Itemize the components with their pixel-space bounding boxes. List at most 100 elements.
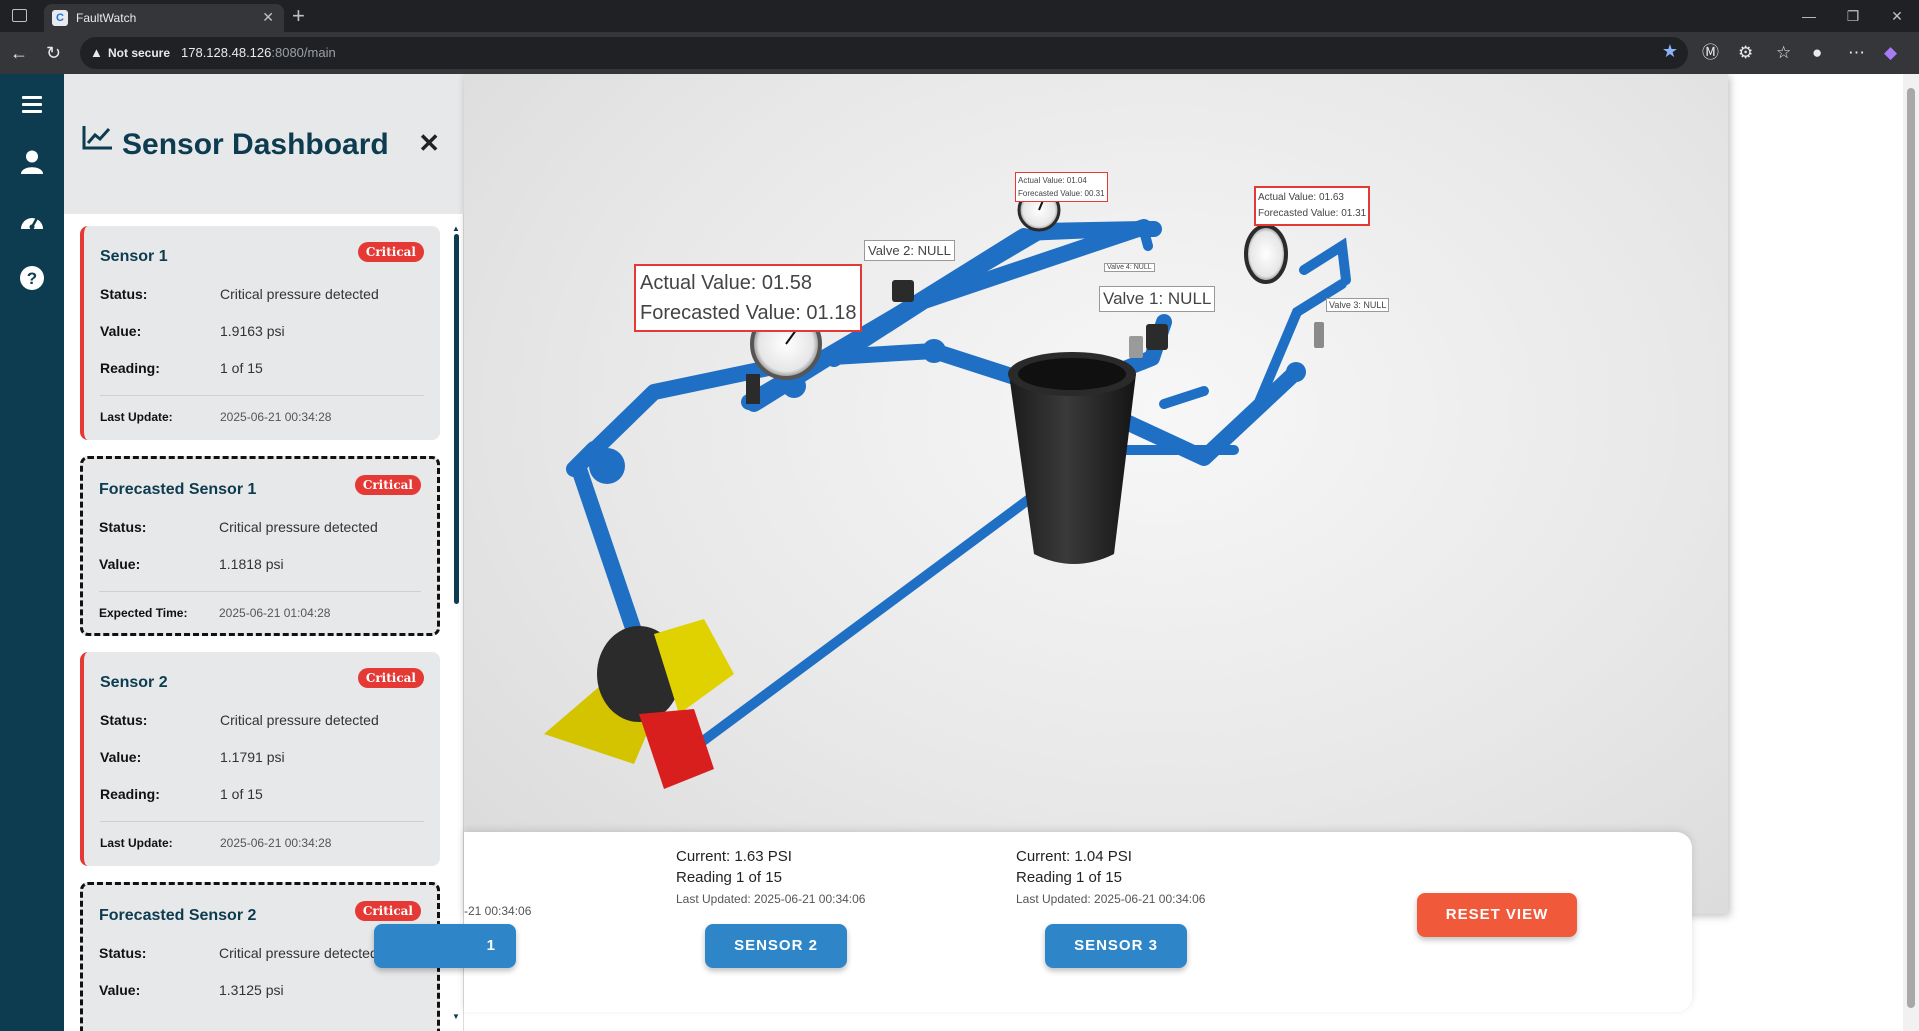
reading-label: Reading: xyxy=(100,786,160,802)
sensor3-button[interactable]: SENSOR 3 xyxy=(1045,924,1187,968)
value-label: Value: xyxy=(99,556,141,572)
status-badge: Critical xyxy=(354,901,421,921)
address-bar[interactable]: ▲ Not secure 178.128.48.126:8080/main ★ xyxy=(80,37,1688,69)
extensions-icon[interactable]: ⚙ xyxy=(1738,41,1753,65)
gauge-main-forecast: Forecasted Value: 01.18 xyxy=(640,302,857,324)
url-text[interactable]: 178.128.48.126:8080/main xyxy=(181,45,336,60)
reset-view-button[interactable]: RESET VIEW xyxy=(1417,893,1577,937)
sensor1-updated: -21 00:34:06 xyxy=(464,904,532,918)
copilot-icon[interactable]: ◆ xyxy=(1884,41,1897,65)
reading-value: 1 of 15 xyxy=(220,786,263,802)
last-update-label: Last Update: xyxy=(100,836,173,850)
sensor3-reading: Reading 1 of 15 xyxy=(1016,869,1122,886)
status-value: Critical pressure detected xyxy=(219,519,378,535)
dashboard-icon[interactable] xyxy=(0,210,64,238)
sensor1-button-label: 1 xyxy=(486,937,496,954)
sensor1-button[interactable]: 1 xyxy=(374,924,516,968)
sensor3-info: Current: 1.04 PSI Reading 1 of 15 Last U… xyxy=(1016,848,1205,906)
valve1-label: Valve 1: NULL xyxy=(1099,286,1216,312)
sensor2-current: Current: 1.63 PSI xyxy=(676,848,792,865)
gauge-top-readout: Actual Value: 01.04 Forecasted Value: 00… xyxy=(1015,172,1108,202)
scroll-up-icon[interactable]: ▲ xyxy=(452,224,460,233)
sensor2-reading: Reading 1 of 15 xyxy=(676,869,782,886)
value-value: 1.1791 psi xyxy=(220,749,285,765)
gauge-right-readout: Actual Value: 01.63 Forecasted Value: 01… xyxy=(1254,186,1371,226)
extension-m-icon[interactable]: Ⓜ xyxy=(1702,41,1719,65)
panel-title: Sensor Dashboard xyxy=(122,128,389,161)
value-label: Value: xyxy=(99,982,141,998)
gauge-top-actual: Actual Value: 01.04 xyxy=(1018,176,1087,185)
valve4-label: Valve 4: NULL xyxy=(1104,263,1155,272)
value-value: 1.9163 psi xyxy=(220,323,285,339)
pump xyxy=(544,619,734,789)
sensor2-button[interactable]: SENSOR 2 xyxy=(705,924,847,968)
browser-titlebar: C FaultWatch ✕ + — ❐ ✕ xyxy=(0,0,1919,32)
reload-icon[interactable]: ↻ xyxy=(46,41,61,65)
restore-icon[interactable]: ❐ xyxy=(1831,0,1875,32)
bookmark-star-icon[interactable]: ★ xyxy=(1662,41,1678,62)
page-scroll-thumb[interactable] xyxy=(1907,88,1915,1008)
window-close-icon[interactable]: ✕ xyxy=(1875,0,1919,32)
expected-time-value: 2025-06-21 01:04:28 xyxy=(219,606,331,620)
tank xyxy=(1008,352,1136,564)
sidebar-toggle-icon[interactable] xyxy=(12,9,27,22)
more-icon[interactable]: ⋯ xyxy=(1848,41,1865,65)
value-value: 1.1818 psi xyxy=(219,556,284,572)
back-icon[interactable]: ← xyxy=(10,41,28,65)
panel-header: Sensor Dashboard ✕ xyxy=(64,74,464,214)
warning-icon[interactable]: ▲ xyxy=(90,45,103,60)
value-value: 1.3125 psi xyxy=(219,982,284,998)
status-badge: Critical xyxy=(354,475,421,495)
sensor-card[interactable]: Sensor 2 Critical Status: Critical pressur… xyxy=(80,652,440,866)
gauge-main-readout: Actual Value: 01.58 Forecasted Value: 01… xyxy=(634,264,863,332)
security-indicator[interactable]: Not secure xyxy=(108,46,170,60)
page: ? Sensor Dashboard ✕ Sensor 1 Critical St… xyxy=(0,74,1919,1031)
card-title: Forecasted Sensor 2 xyxy=(99,907,257,924)
valve2-label: Valve 2: NULL xyxy=(864,240,955,261)
scroll-down-icon[interactable]: ▼ xyxy=(452,1012,460,1021)
browser-tab[interactable]: C FaultWatch ✕ xyxy=(44,4,284,32)
window-controls: — ❐ ✕ xyxy=(1787,0,1919,32)
tab-title: FaultWatch xyxy=(76,11,137,25)
browser-toolbar: ← ↻ ▲ Not secure 178.128.48.126:8080/mai… xyxy=(0,32,1919,74)
minimize-icon[interactable]: — xyxy=(1787,0,1831,32)
svg-text:?: ? xyxy=(27,269,37,288)
gauge-main-actual: Actual Value: 01.58 xyxy=(640,272,812,294)
pipeline-3d-view[interactable]: Actual Value: 01.58 Forecasted Value: 01… xyxy=(464,74,1728,914)
reading-value: 1 of 15 xyxy=(220,360,263,376)
last-update-value: 2025-06-21 00:34:28 xyxy=(220,836,332,850)
card-title: Forecasted Sensor 1 xyxy=(99,481,257,498)
profile-icon[interactable]: ● xyxy=(1812,41,1822,65)
sensor2-info: Current: 1.63 PSI Reading 1 of 15 Last U… xyxy=(676,848,865,906)
page-scrollbar[interactable] xyxy=(1903,74,1919,1031)
chart-line-icon xyxy=(82,126,112,155)
reading-label: Reading: xyxy=(100,360,160,376)
gauge-right-actual: Actual Value: 01.63 xyxy=(1258,192,1344,203)
help-icon[interactable]: ? xyxy=(0,266,64,297)
valve3-label: Valve 3: NULL xyxy=(1326,298,1390,312)
favorites-icon[interactable]: ☆ xyxy=(1776,41,1791,65)
status-badge: Critical xyxy=(357,668,424,688)
sensor2-updated: Last Updated: 2025-06-21 00:34:06 xyxy=(676,892,866,906)
status-value: Critical pressure detected xyxy=(219,945,378,961)
tab-close-icon[interactable]: ✕ xyxy=(262,9,274,26)
sensor-card-list: Sensor 1 Critical Status: Critical pressur… xyxy=(64,214,464,1031)
sensor-card[interactable]: Sensor 1 Critical Status: Critical pressur… xyxy=(80,226,440,440)
panel-scroll-thumb[interactable] xyxy=(454,234,459,604)
card-title: Sensor 2 xyxy=(100,674,168,691)
panel-close-icon[interactable]: ✕ xyxy=(418,128,440,159)
new-tab-icon[interactable]: + xyxy=(292,4,305,28)
status-value: Critical pressure detected xyxy=(220,286,379,302)
last-update-label: Last Update: xyxy=(100,410,173,424)
user-icon[interactable] xyxy=(0,150,64,181)
expected-time-label: Expected Time: xyxy=(99,606,188,620)
panel-scrollbar[interactable]: ▲ ▼ xyxy=(452,224,460,1021)
status-label: Status: xyxy=(100,712,148,728)
menu-icon[interactable] xyxy=(0,92,64,120)
forecast-card[interactable]: Forecasted Sensor 1 Critical Status: Criti… xyxy=(80,456,440,636)
status-label: Status: xyxy=(99,519,147,535)
sensor-dashboard-panel: Sensor Dashboard ✕ Sensor 1 Critical Stat… xyxy=(64,74,464,1031)
value-label: Value: xyxy=(100,323,142,339)
status-label: Status: xyxy=(100,286,148,302)
status-badge: Critical xyxy=(357,242,424,262)
